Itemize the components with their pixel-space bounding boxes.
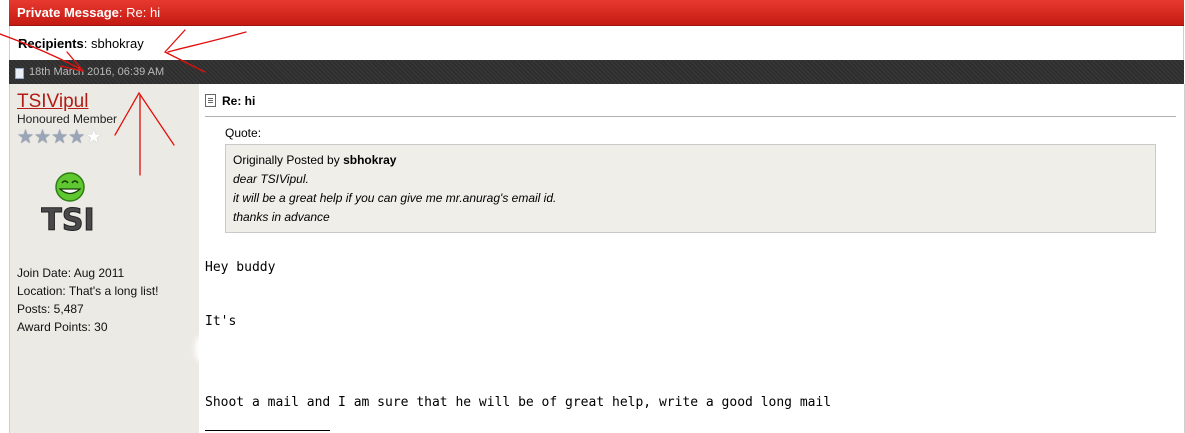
- post-date-bar: 18th March 2016, 06:39 AM: [9, 60, 1184, 84]
- post-content: Re: hi Quote: Originally Posted by sbhok…: [199, 84, 1185, 433]
- header-label: Private Message: [17, 5, 119, 20]
- join-date: Join Date: Aug 2011: [17, 266, 125, 280]
- user-rating: ★★★★★: [17, 128, 102, 148]
- post-date: 18th March 2016, 06:39 AM: [29, 66, 165, 78]
- document-icon: [15, 68, 24, 79]
- post-icon: [205, 94, 216, 107]
- star-icon: ★: [34, 127, 52, 148]
- username-link[interactable]: TSIVipul: [17, 91, 88, 113]
- location: Location: That's a long list!: [17, 284, 159, 298]
- user-sidebar: TSIVipul Honoured Member ★★★★★ TSI Join …: [9, 84, 200, 433]
- quote-line: thanks in advance: [233, 210, 330, 224]
- avatar-text: TSI: [41, 203, 94, 236]
- post-count: Posts: 5,487: [17, 302, 84, 316]
- post-title-row: Re: hi: [205, 94, 255, 108]
- divider: [205, 116, 1176, 117]
- quote-posted-by: Originally Posted by: [233, 153, 340, 167]
- private-message-header: Private Message: Re: hi: [9, 0, 1184, 26]
- star-icon: ★: [68, 127, 86, 148]
- star-icon: ★: [85, 127, 103, 148]
- quote-header: Originally Posted by sbhokray: [233, 153, 396, 167]
- user-title: Honoured Member: [17, 112, 118, 126]
- quote-author: sbhokray: [343, 153, 397, 167]
- recipients-label: Recipients: [18, 36, 84, 51]
- star-icon: ★: [17, 127, 35, 148]
- star-icon: ★: [51, 127, 69, 148]
- quote-box: Originally Posted by sbhokray dear TSIVi…: [225, 144, 1156, 233]
- quote-label: Quote:: [225, 126, 262, 140]
- recipients-row: Recipients: sbhokray: [9, 26, 1184, 61]
- redacted-email: [199, 338, 345, 360]
- avatar[interactable]: TSI: [27, 172, 109, 236]
- message-its: It's: [205, 314, 237, 329]
- award-points: Award Points: 30: [17, 320, 108, 334]
- message-closing: Shoot a mail and I am sure that he will …: [205, 395, 832, 410]
- post-title: Re: hi: [222, 94, 256, 108]
- quote-line: it will be a great help if you can give …: [233, 191, 557, 205]
- message-greeting: Hey buddy: [205, 260, 276, 275]
- header-subject: Re: hi: [126, 5, 161, 20]
- signature-divider: [205, 430, 330, 432]
- recipients-value: sbhokray: [90, 36, 144, 51]
- quote-line: dear TSIVipul.: [233, 172, 309, 186]
